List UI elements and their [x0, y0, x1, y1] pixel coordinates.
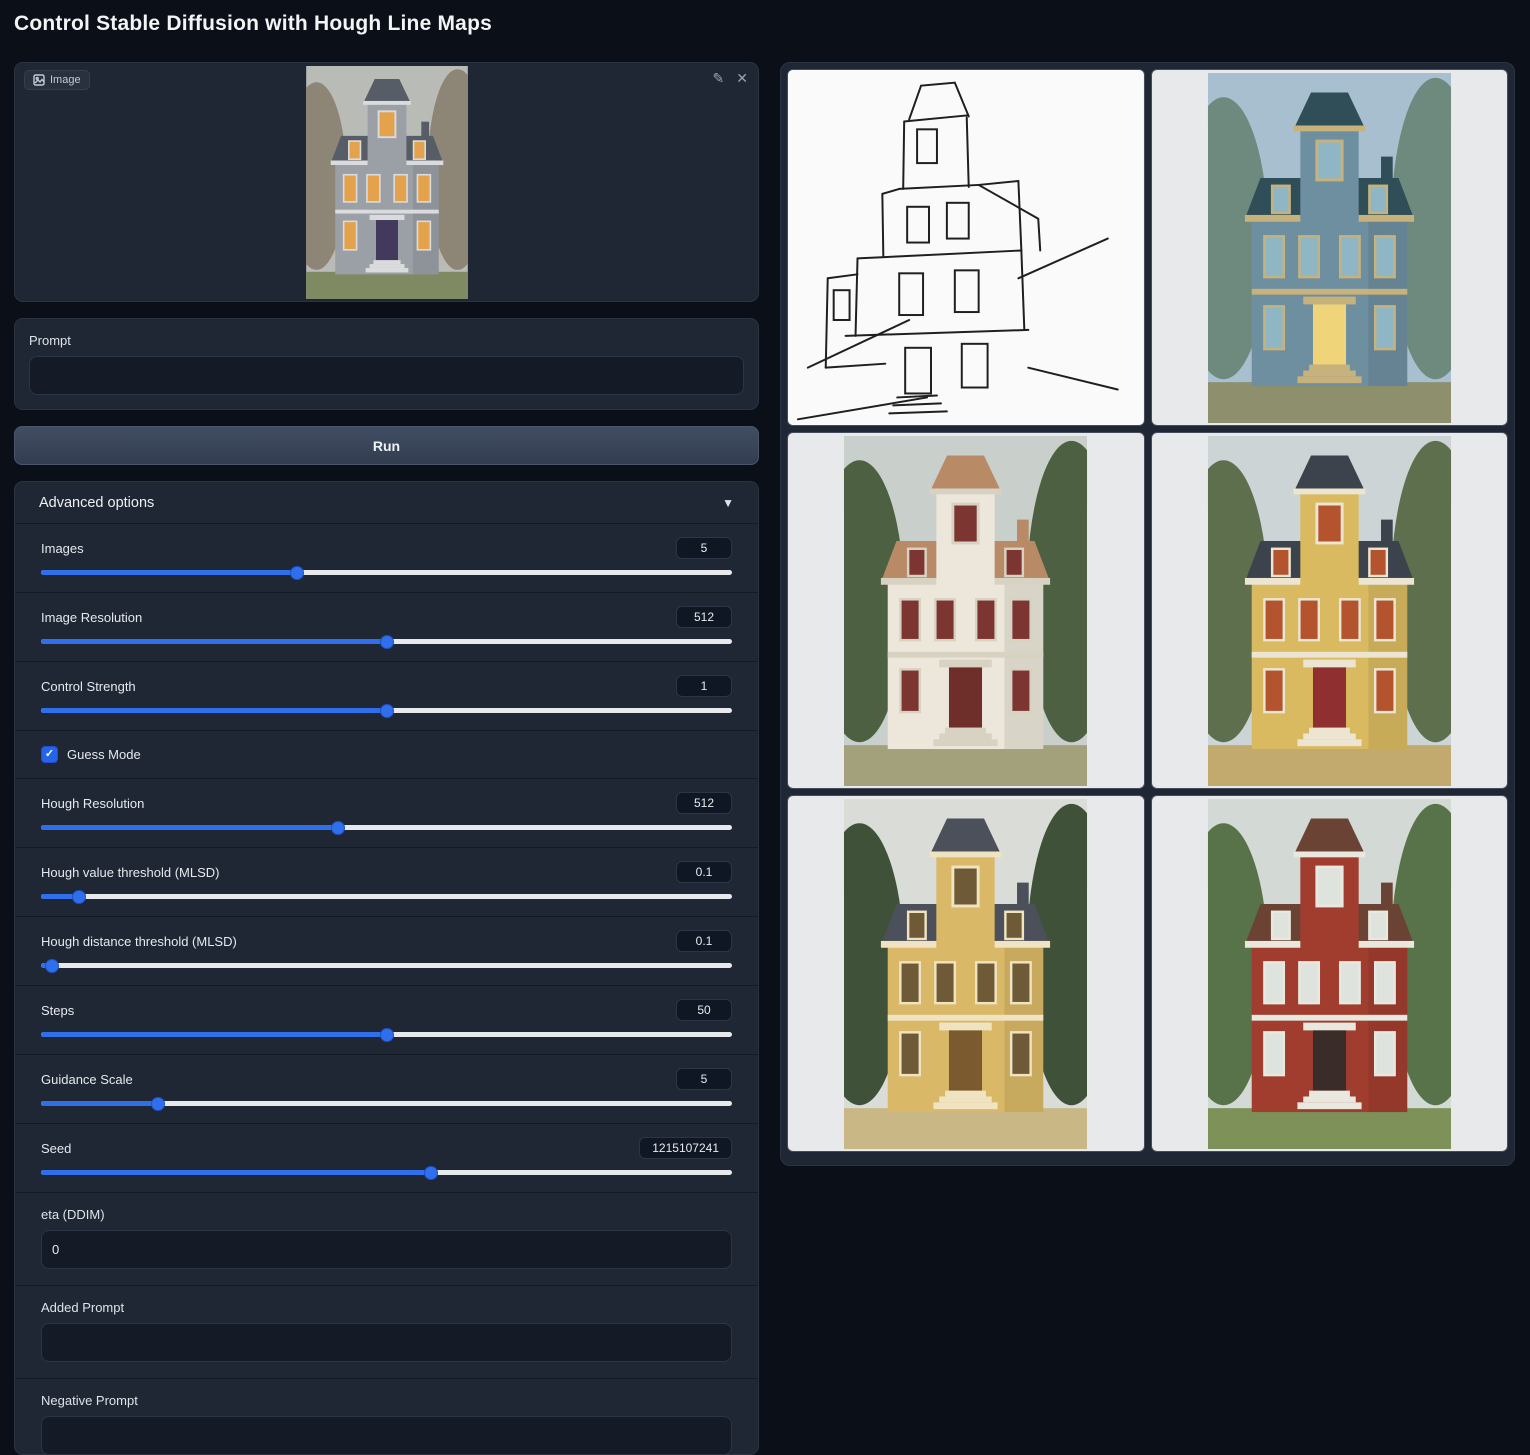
eta-field: eta (DDIM) — [15, 1192, 758, 1285]
slider-label: Hough value threshold (MLSD) — [41, 865, 219, 880]
page-title: Control Stable Diffusion with Hough Line… — [14, 12, 492, 36]
input-image[interactable] — [306, 66, 468, 299]
slider-fill — [41, 570, 297, 575]
generated-image-red-brick — [1207, 799, 1452, 1149]
gallery-item[interactable] — [787, 795, 1145, 1152]
slider-label: Control Strength — [41, 679, 136, 694]
slider-track[interactable] — [41, 1101, 732, 1106]
slider-group-guidance-scale: Guidance Scale 5 — [15, 1054, 758, 1123]
hough-line-map-image — [788, 70, 1144, 425]
slider-fill — [41, 639, 387, 644]
slider-group-image-resolution: Image Resolution 512 — [15, 592, 758, 661]
slider-number-input[interactable]: 512 — [676, 792, 732, 814]
slider-fill — [41, 1170, 431, 1175]
slider-fill — [41, 1032, 387, 1037]
image-icon — [33, 74, 45, 86]
advanced-options-title: Advanced options — [39, 495, 154, 511]
slider-thumb[interactable] — [290, 566, 304, 580]
slider-fill — [41, 825, 338, 830]
edit-icon[interactable]: ✎ — [713, 71, 725, 85]
slider-track[interactable] — [41, 963, 732, 968]
run-button[interactable]: Run — [14, 426, 759, 465]
gallery-item[interactable] — [1151, 69, 1509, 426]
slider-group-images: Images 5 — [15, 523, 758, 592]
slider-group-seed: Seed 1215107241 — [15, 1123, 758, 1192]
slider-fill — [41, 708, 387, 713]
slider-track[interactable] — [41, 894, 732, 899]
slider-number-input[interactable]: 0.1 — [676, 861, 732, 883]
image-label-chip: Image — [24, 70, 90, 90]
slider-label: Steps — [41, 1003, 74, 1018]
slider-number-input[interactable]: 50 — [676, 999, 732, 1021]
slider-thumb[interactable] — [151, 1097, 165, 1111]
slider-thumb[interactable] — [72, 890, 86, 904]
slider-fill — [41, 1101, 158, 1106]
slider-track[interactable] — [41, 825, 732, 830]
slider-thumb[interactable] — [331, 821, 345, 835]
slider-number-input[interactable]: 5 — [676, 537, 732, 559]
gallery-item[interactable] — [787, 432, 1145, 789]
slider-label: Hough distance threshold (MLSD) — [41, 934, 237, 949]
slider-thumb[interactable] — [424, 1166, 438, 1180]
slider-label: Seed — [41, 1141, 71, 1156]
slider-number-input[interactable]: 1 — [676, 675, 732, 697]
gallery-item[interactable] — [1151, 795, 1509, 1152]
generated-image-white — [843, 436, 1088, 786]
slider-track[interactable] — [41, 570, 732, 575]
prompt-panel: Prompt — [14, 318, 759, 410]
advanced-options-panel: Advanced options ▼ Images 5 Image Resolu… — [14, 481, 759, 1455]
added-prompt-field: Added Prompt — [15, 1285, 758, 1378]
added-prompt-label: Added Prompt — [41, 1300, 732, 1315]
eta-input[interactable] — [41, 1230, 732, 1269]
slider-thumb[interactable] — [45, 959, 59, 973]
prompt-input[interactable] — [29, 356, 744, 395]
slider-number-input[interactable]: 0.1 — [676, 930, 732, 952]
slider-fill — [41, 963, 52, 968]
guess-mode-checkbox[interactable]: ✓ — [41, 746, 58, 763]
generated-image-blue — [1207, 73, 1452, 423]
slider-thumb[interactable] — [380, 635, 394, 649]
image-toolbar: ✎ ✕ — [713, 71, 748, 85]
slider-label: Guidance Scale — [41, 1072, 133, 1087]
slider-number-input[interactable]: 1215107241 — [639, 1137, 732, 1159]
slider-label: Image Resolution — [41, 610, 142, 625]
control-column: Image ✎ ✕ Prompt Run Advanced options ▼ … — [14, 62, 759, 1455]
slider-track[interactable] — [41, 708, 732, 713]
generated-image-mustard — [1207, 436, 1452, 786]
slider-group-hough-resolution: Hough Resolution 512 — [15, 778, 758, 847]
added-prompt-input[interactable] — [41, 1323, 732, 1362]
slider-fill — [41, 894, 79, 899]
gallery-item[interactable] — [1151, 432, 1509, 789]
slider-group-control-strength: Control Strength 1 — [15, 661, 758, 730]
results-gallery — [780, 62, 1515, 1166]
clear-icon[interactable]: ✕ — [736, 71, 748, 85]
slider-number-input[interactable]: 5 — [676, 1068, 732, 1090]
gallery-item-line-map[interactable] — [787, 69, 1145, 426]
negative-prompt-field: Negative Prompt — [15, 1378, 758, 1455]
chevron-down-icon[interactable]: ▼ — [722, 496, 734, 510]
slider-group-steps: Steps 50 — [15, 985, 758, 1054]
guess-mode-row: ✓ Guess Mode — [15, 730, 758, 778]
slider-track[interactable] — [41, 1032, 732, 1037]
slider-thumb[interactable] — [380, 1028, 394, 1042]
image-label: Image — [50, 74, 81, 86]
slider-label: Hough Resolution — [41, 796, 144, 811]
check-icon: ✓ — [45, 749, 54, 760]
negative-prompt-label: Negative Prompt — [41, 1393, 732, 1408]
eta-label: eta (DDIM) — [41, 1207, 732, 1222]
guess-mode-label: Guess Mode — [67, 747, 141, 762]
input-image-panel: Image ✎ ✕ — [14, 62, 759, 302]
negative-prompt-input[interactable] — [41, 1416, 732, 1455]
slider-group-hough-distance-threshold: Hough distance threshold (MLSD) 0.1 — [15, 916, 758, 985]
slider-label: Images — [41, 541, 84, 556]
generated-image-golden — [843, 799, 1088, 1149]
slider-track[interactable] — [41, 1170, 732, 1175]
slider-track[interactable] — [41, 639, 732, 644]
advanced-options-header[interactable]: Advanced options ▼ — [15, 482, 758, 523]
slider-group-hough-value-threshold: Hough value threshold (MLSD) 0.1 — [15, 847, 758, 916]
prompt-label: Prompt — [29, 333, 744, 348]
slider-number-input[interactable]: 512 — [676, 606, 732, 628]
slider-thumb[interactable] — [380, 704, 394, 718]
